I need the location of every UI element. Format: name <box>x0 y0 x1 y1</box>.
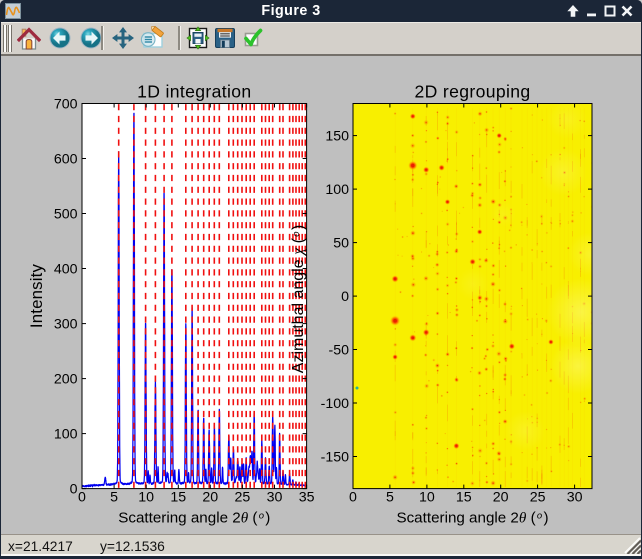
svg-text:5: 5 <box>386 490 394 506</box>
svg-text:0: 0 <box>70 481 78 497</box>
svg-text:100: 100 <box>325 182 349 198</box>
svg-text:500: 500 <box>54 206 78 222</box>
svg-text:25: 25 <box>530 490 546 506</box>
svg-text:2D regrouping: 2D regrouping <box>414 81 530 101</box>
svg-text:30: 30 <box>267 490 283 506</box>
svg-text:150: 150 <box>325 128 349 144</box>
svg-text:1D integration: 1D integration <box>137 81 251 101</box>
svg-text:15: 15 <box>170 490 186 506</box>
svg-text:300: 300 <box>54 316 78 332</box>
svg-text:5: 5 <box>110 490 118 506</box>
svg-text:0: 0 <box>78 490 86 506</box>
svg-text:-50: -50 <box>328 342 349 358</box>
svg-text:100: 100 <box>54 426 78 442</box>
svg-text:Intensity: Intensity <box>27 263 46 328</box>
svg-text:200: 200 <box>54 371 78 387</box>
svg-text:600: 600 <box>54 151 78 167</box>
svg-text:30: 30 <box>567 490 583 506</box>
svg-text:25: 25 <box>235 490 251 506</box>
svg-text:-100: -100 <box>321 396 350 412</box>
svg-text:400: 400 <box>54 261 78 277</box>
svg-text:15: 15 <box>456 490 472 506</box>
svg-text:-150: -150 <box>321 449 350 465</box>
svg-text:10: 10 <box>138 490 154 506</box>
svg-text:0: 0 <box>349 490 357 506</box>
svg-text:20: 20 <box>493 490 509 506</box>
svg-text:700: 700 <box>54 96 78 112</box>
svg-text:50: 50 <box>333 235 349 251</box>
svg-text:20: 20 <box>202 490 218 506</box>
svg-text:0: 0 <box>341 289 349 305</box>
svg-text:10: 10 <box>419 490 435 506</box>
svg-text:35: 35 <box>299 490 315 506</box>
